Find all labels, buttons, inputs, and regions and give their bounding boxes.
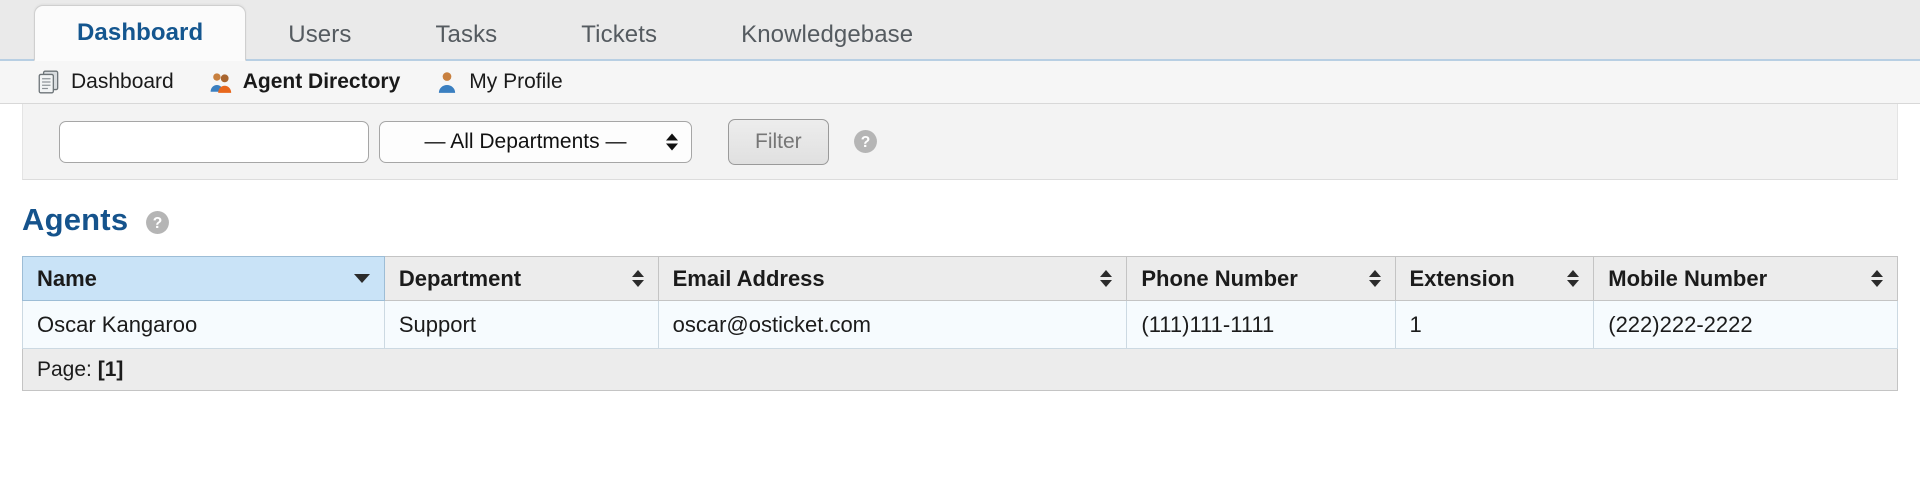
secondary-nav-bar: Dashboard Agent Directory My Profile xyxy=(0,61,1920,104)
tab-dashboard[interactable]: Dashboard xyxy=(34,5,247,61)
table-header-row: Name Department Email Address Phone Numb… xyxy=(22,256,1898,301)
column-label-email-address: Email Address xyxy=(672,265,825,291)
tab-tasks[interactable]: Tasks xyxy=(393,11,539,59)
svg-text:?: ? xyxy=(153,215,163,232)
column-label-mobile-number: Mobile Number xyxy=(1608,265,1768,291)
svg-text:?: ? xyxy=(860,134,870,151)
sort-updown-icon xyxy=(1100,270,1113,287)
sort-updown-icon xyxy=(1368,270,1381,287)
tab-tickets[interactable]: Tickets xyxy=(539,11,699,59)
pagination-label: Page: xyxy=(37,357,92,381)
column-header-mobile-number[interactable]: Mobile Number xyxy=(1593,256,1898,301)
cell-mobile: (222)222-2222 xyxy=(1593,300,1898,349)
subnav-item-agent-directory[interactable]: Agent Directory xyxy=(208,69,401,95)
agents-table: Name Department Email Address Phone Numb… xyxy=(22,256,1898,391)
column-label-department: Department xyxy=(398,265,522,291)
sort-desc-icon xyxy=(353,274,370,283)
two-people-icon xyxy=(210,73,231,93)
department-select-value: — All Departments — xyxy=(424,129,627,153)
pagination-page-1[interactable]: [1] xyxy=(98,358,124,381)
sort-updown-icon xyxy=(1567,270,1580,287)
filter-button[interactable]: Filter xyxy=(728,118,829,165)
help-circle-icon[interactable]: ? xyxy=(145,210,170,235)
search-input[interactable] xyxy=(59,120,369,163)
pagination-row: Page: [1] xyxy=(22,348,1898,391)
cell-name[interactable]: Oscar Kangaroo xyxy=(22,300,385,349)
content-area: Agents ? Name Department Email Address P… xyxy=(0,180,1920,391)
cell-extension: 1 xyxy=(1394,300,1595,349)
subnav-label-dashboard: Dashboard xyxy=(71,70,174,93)
column-header-email-address[interactable]: Email Address xyxy=(657,256,1128,301)
subnav-label-my-profile: My Profile xyxy=(469,70,563,93)
department-select[interactable]: — All Departments — xyxy=(379,120,692,163)
page-title: Agents xyxy=(22,202,129,237)
column-header-phone-number[interactable]: Phone Number xyxy=(1126,256,1396,301)
page-header: Agents ? xyxy=(22,180,1898,256)
filter-bar: — All Departments — Filter ? xyxy=(22,104,1898,180)
sort-updown-icon xyxy=(631,270,644,287)
primary-tab-bar: Dashboard Users Tasks Tickets Knowledgeb… xyxy=(0,0,1920,61)
cell-department: Support xyxy=(383,300,659,349)
sort-updown-icon xyxy=(1871,270,1883,287)
column-header-name[interactable]: Name xyxy=(22,256,385,301)
chevron-updown-icon xyxy=(666,133,678,150)
table-row[interactable]: Oscar Kangaroo Support oscar@osticket.co… xyxy=(22,300,1898,349)
help-circle-icon[interactable]: ? xyxy=(853,129,878,154)
column-label-phone-number: Phone Number xyxy=(1141,265,1298,291)
cell-email: oscar@osticket.com xyxy=(657,300,1128,349)
pages-icon xyxy=(38,70,59,94)
person-icon xyxy=(439,72,456,93)
column-header-extension[interactable]: Extension xyxy=(1394,256,1595,301)
tab-users[interactable]: Users xyxy=(246,11,393,59)
column-label-extension: Extension xyxy=(1409,265,1515,291)
column-label-name: Name xyxy=(37,265,97,291)
subnav-item-dashboard[interactable]: Dashboard xyxy=(36,69,174,95)
cell-phone: (111)111-1111 xyxy=(1126,300,1396,349)
pagination: Page: [1] xyxy=(22,348,1898,391)
subnav-item-my-profile[interactable]: My Profile xyxy=(434,69,563,95)
subnav-label-agent-directory: Agent Directory xyxy=(242,70,401,93)
tab-knowledgebase[interactable]: Knowledgebase xyxy=(699,11,955,59)
column-header-department[interactable]: Department xyxy=(383,256,659,301)
